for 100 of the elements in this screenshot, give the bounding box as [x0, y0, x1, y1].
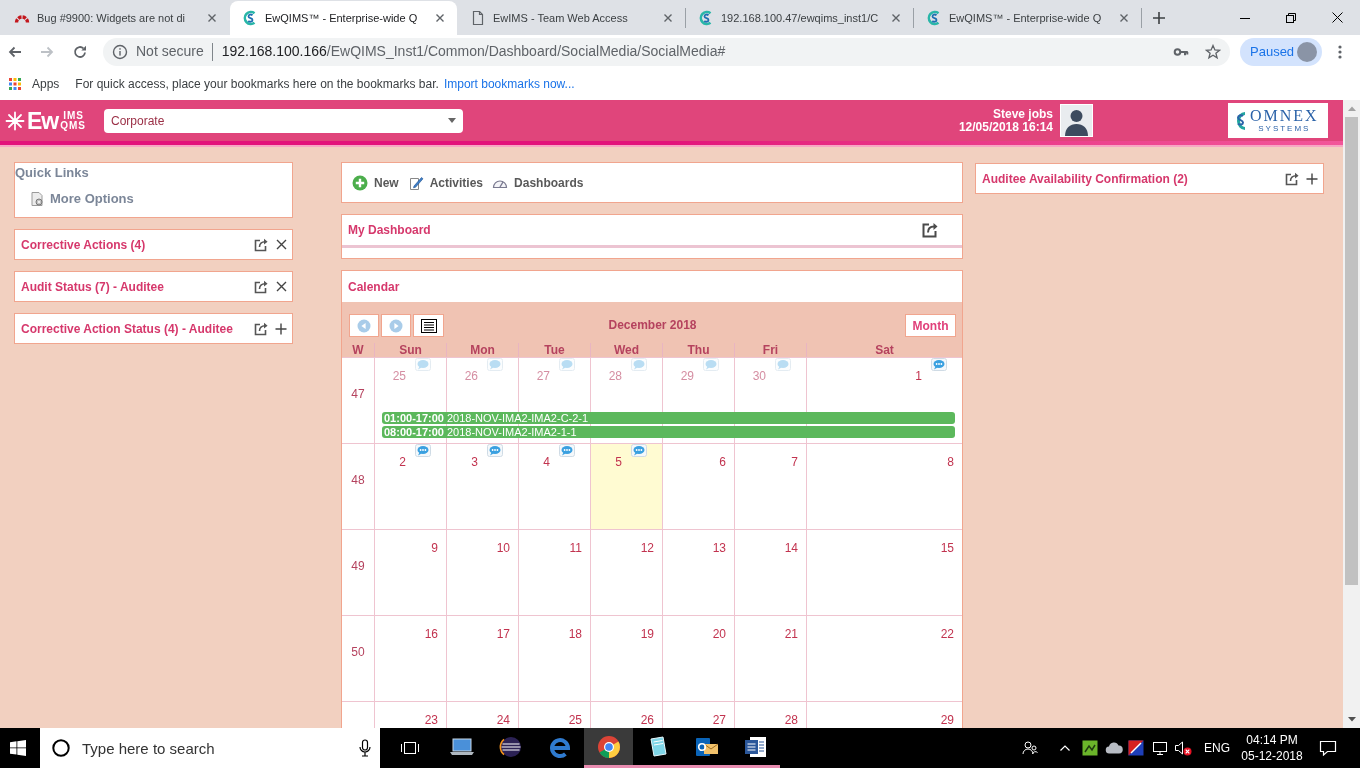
day-number: 29	[940, 713, 954, 727]
import-bookmarks-link[interactable]: Import bookmarks now...	[443, 75, 575, 93]
day-number: 12	[640, 541, 654, 555]
task-view-icon[interactable]	[400, 740, 420, 756]
export-icon[interactable]	[922, 222, 938, 238]
day-number: 22	[940, 627, 954, 641]
microphone-icon[interactable]	[359, 739, 371, 757]
day-number: 3	[471, 455, 478, 469]
session-datetime: 12/05/2018 16:14	[958, 120, 1053, 134]
toolbar-link[interactable]: Activities	[407, 173, 484, 192]
laptop-icon	[448, 736, 475, 757]
scroll-down-icon[interactable]	[1347, 717, 1356, 722]
panel-title: Quick Links	[15, 165, 89, 181]
widget-title: Auditee Availability Confirmation (2)	[982, 170, 1189, 188]
site-select[interactable]: Corporate	[104, 108, 463, 133]
scrollbar-thumb[interactable]	[1345, 117, 1358, 585]
star-icon[interactable]	[1205, 43, 1221, 60]
company-tagline: SYSTEMS	[1258, 124, 1311, 133]
search-icon	[52, 739, 70, 757]
widget-title: Calendar	[348, 278, 400, 296]
arrow-right-icon	[389, 318, 403, 333]
cloud-icon[interactable]	[1105, 742, 1123, 754]
day-number: 2	[399, 455, 406, 469]
month-view-button[interactable]: Month	[905, 314, 956, 337]
widget-title: Corrective Action Status (4) - Auditee	[21, 320, 234, 338]
plus-icon[interactable]	[1151, 10, 1167, 26]
muted-speaker-icon[interactable]	[1174, 740, 1192, 756]
browser-tab[interactable]: EwQIMS™ - Enterprise-wide Q	[230, 1, 457, 35]
split-square-icon[interactable]	[1128, 740, 1144, 756]
comment-icon[interactable]	[415, 444, 431, 457]
day-number: 13	[712, 541, 726, 555]
swirl-logo-icon	[698, 10, 714, 26]
language-indicator[interactable]: ENG	[1204, 739, 1230, 757]
week-number: 49	[351, 559, 365, 573]
more-options-link[interactable]: More Options	[29, 189, 134, 209]
widget-title: Audit Status (7) - Auditee	[21, 278, 165, 296]
clock-time: 04:14 PM	[1246, 732, 1298, 748]
day-number: 29	[680, 369, 694, 383]
browser-tab[interactable]: Bug #9900: Widgets are not di	[2, 1, 229, 35]
day-number: 6	[719, 455, 726, 469]
document-icon	[470, 10, 486, 26]
plus-icon[interactable]	[1306, 172, 1318, 185]
comment-icon[interactable]	[487, 444, 503, 457]
info-icon[interactable]	[112, 43, 128, 60]
close-icon[interactable]	[276, 281, 287, 292]
avatar-icon	[1297, 41, 1317, 62]
day-number: 27	[536, 369, 550, 383]
profile-button[interactable]: Paused	[1240, 37, 1322, 66]
export-icon[interactable]	[254, 279, 268, 294]
toolbar-link[interactable]: Dashboards	[492, 173, 584, 192]
export-icon[interactable]	[1285, 171, 1299, 186]
close-icon[interactable]	[1331, 12, 1343, 23]
pencil-icon	[407, 174, 424, 191]
company-name: OMNEX	[1250, 108, 1319, 124]
day-number: 27	[712, 713, 726, 727]
search-field[interactable]: Type here to search	[40, 728, 380, 768]
day-number: 25	[568, 713, 582, 727]
network-icon[interactable]	[1152, 740, 1168, 756]
day-number: 28	[784, 713, 798, 727]
week-number: 48	[351, 473, 365, 487]
export-icon[interactable]	[254, 321, 268, 336]
browser-tab[interactable]: 192.168.100.47/ewqims_inst1/C	[686, 1, 913, 35]
day-number: 23	[424, 713, 438, 727]
day-number: 14	[784, 541, 798, 555]
swirl-logo-icon	[926, 10, 942, 26]
people-icon[interactable]	[1022, 740, 1038, 756]
day-number: 15	[940, 541, 954, 555]
windows-logo-icon[interactable]	[10, 740, 26, 756]
comment-icon[interactable]	[631, 444, 647, 457]
striped-sphere-icon	[498, 734, 523, 759]
calendar-period: December 2018	[608, 317, 697, 334]
plus-icon[interactable]	[275, 322, 287, 335]
list-view-button[interactable]	[413, 314, 444, 337]
day-number: 11	[569, 541, 582, 555]
comment-icon[interactable]	[931, 358, 947, 371]
week-number: 50	[351, 645, 365, 659]
taskbar-app-button[interactable]	[584, 728, 633, 768]
chevron-up-icon[interactable]	[1060, 745, 1070, 751]
close-icon[interactable]	[276, 239, 287, 250]
day-number: 19	[640, 627, 654, 641]
square-pattern-icon[interactable]	[1082, 740, 1098, 756]
notification-icon[interactable]	[1319, 740, 1337, 756]
day-number: 16	[424, 627, 438, 641]
export-icon[interactable]	[254, 237, 268, 252]
restore-icon[interactable]	[1286, 12, 1296, 23]
day-number: 7	[791, 455, 798, 469]
security-label: Not secure	[136, 42, 204, 61]
browser-tab[interactable]: EwQIMS™ - Enterprise-wide Q	[914, 1, 1141, 35]
week-column-header: W	[351, 343, 365, 357]
week-number: 47	[351, 387, 365, 401]
comment-icon[interactable]	[559, 444, 575, 457]
url-text: 192.168.100.166/EwQIMS_Inst1/Common/Dashboard/SocialMedia/SocialMedia#	[221, 42, 726, 61]
reload-icon[interactable]	[72, 43, 88, 60]
day-number: 20	[712, 627, 726, 641]
apps-link[interactable]: Apps	[9, 75, 60, 93]
browser-tab[interactable]: EwIMS - Team Web Access	[458, 1, 685, 35]
address-bar[interactable]: Not secure 192.168.100.166/EwQIMS_Inst1/Common/Dashboard/SocialMedia/SocialMedia#	[103, 37, 1230, 66]
day-number: 21	[784, 627, 798, 641]
toolbar-link[interactable]: New	[352, 173, 399, 192]
day-number: 26	[640, 713, 654, 727]
